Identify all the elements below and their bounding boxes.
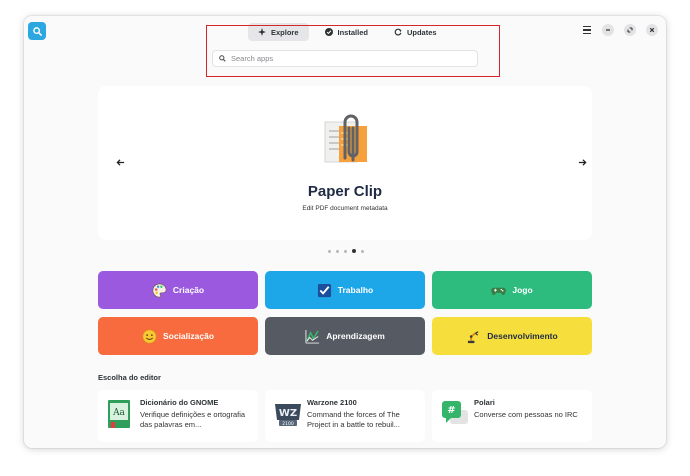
carousel-dot-active[interactable] xyxy=(352,249,356,253)
refresh-icon xyxy=(394,28,402,36)
chat-bubble-icon: # xyxy=(440,398,468,430)
svg-text:#: # xyxy=(447,405,455,416)
tab-updates[interactable]: Updates xyxy=(384,23,447,41)
software-window: Explore Installed Updates Search apps Pa… xyxy=(24,16,666,448)
carousel-next-button[interactable] xyxy=(576,156,588,168)
app-summary: Verifique definições e ortografia das pa… xyxy=(140,410,246,429)
app-summary: Converse com pessoas no IRC xyxy=(474,410,578,419)
maximize-button[interactable] xyxy=(624,24,636,36)
search-input[interactable] xyxy=(231,54,451,63)
search-icon xyxy=(219,55,226,62)
featured-carousel[interactable]: Paper Clip Edit PDF document metadata xyxy=(98,86,592,240)
svg-text:Aa: Aa xyxy=(112,408,125,418)
arrow-right-icon xyxy=(578,158,587,166)
editors-choice-title: Escolha do editor xyxy=(98,373,161,382)
compass-icon xyxy=(258,28,266,36)
app-summary: Command the forces of The Project in a b… xyxy=(307,410,400,429)
carousel-previous-button[interactable] xyxy=(114,156,126,168)
app-card-warzone[interactable]: WZ 2100 Warzone 2100 Command the forces … xyxy=(265,390,425,442)
featured-app-name: Paper Clip xyxy=(307,183,383,200)
tab-explore[interactable]: Explore xyxy=(248,23,309,41)
app-card-dictionary[interactable]: Aa Dicionário do GNOME Verifique definiç… xyxy=(98,390,258,442)
gamepad-icon xyxy=(491,287,507,295)
search-bar[interactable] xyxy=(212,50,478,67)
app-name: Polari xyxy=(474,398,495,407)
hamburger-icon xyxy=(583,26,591,28)
category-grid: Criação Trabalho Jogo Socialização Apren… xyxy=(98,271,592,355)
close-button[interactable] xyxy=(646,24,658,36)
category-label: Desenvolvimento xyxy=(487,331,558,341)
robot-arm-icon xyxy=(468,330,479,343)
arrow-left-icon xyxy=(115,158,124,166)
category-jogo[interactable]: Jogo xyxy=(432,271,592,309)
close-icon xyxy=(649,27,655,33)
window-controls xyxy=(582,24,658,36)
editors-choice-list: Aa Dicionário do GNOME Verifique definiç… xyxy=(98,390,592,442)
carousel-dot[interactable] xyxy=(328,249,331,253)
tab-installed-label: Installed xyxy=(337,27,368,37)
main-menu-button[interactable] xyxy=(582,25,592,35)
tab-explore-label: Explore xyxy=(271,27,299,37)
carousel-dot[interactable] xyxy=(344,249,347,253)
app-name: Warzone 2100 xyxy=(307,398,357,407)
svg-text:WZ: WZ xyxy=(279,408,297,419)
category-aprendizagem[interactable]: Aprendizagem xyxy=(265,317,425,355)
category-label: Aprendizagem xyxy=(326,331,385,341)
minimize-button[interactable] xyxy=(602,24,614,36)
minimize-icon xyxy=(606,29,610,31)
palette-icon xyxy=(152,283,167,297)
app-name: Dicionário do GNOME xyxy=(140,398,219,407)
smiley-icon xyxy=(142,329,157,343)
paperclip-document-icon xyxy=(319,112,371,168)
category-label: Jogo xyxy=(512,285,533,295)
search-icon xyxy=(32,26,42,36)
category-label: Trabalho xyxy=(337,285,374,295)
dictionary-icon: Aa xyxy=(106,398,132,430)
view-switcher: Explore Installed Updates xyxy=(248,23,447,41)
category-trabalho[interactable]: Trabalho xyxy=(265,271,425,309)
category-label: Socialização xyxy=(162,331,215,341)
category-desenvolvimento[interactable]: Desenvolvimento xyxy=(432,317,592,355)
category-label: Criação xyxy=(172,285,205,295)
svg-text:2100: 2100 xyxy=(282,421,294,427)
carousel-dot[interactable] xyxy=(361,249,364,253)
category-criacao[interactable]: Criação xyxy=(98,271,258,309)
tab-installed[interactable]: Installed xyxy=(315,23,378,41)
carousel-page-indicator xyxy=(328,249,364,253)
warzone-icon: WZ 2100 xyxy=(273,398,301,430)
maximize-icon xyxy=(627,27,633,33)
tab-updates-label: Updates xyxy=(406,27,437,37)
category-socializacao[interactable]: Socialização xyxy=(98,317,258,355)
featured-app-description: Edit PDF document metadata xyxy=(302,205,388,212)
graph-icon xyxy=(305,329,320,344)
app-card-polari[interactable]: # Polari Converse com pessoas no IRC xyxy=(432,390,592,442)
check-circle-icon xyxy=(324,28,333,36)
carousel-dot[interactable] xyxy=(336,249,339,253)
checkbox-icon xyxy=(317,283,331,297)
search-toggle-button[interactable] xyxy=(28,22,46,40)
